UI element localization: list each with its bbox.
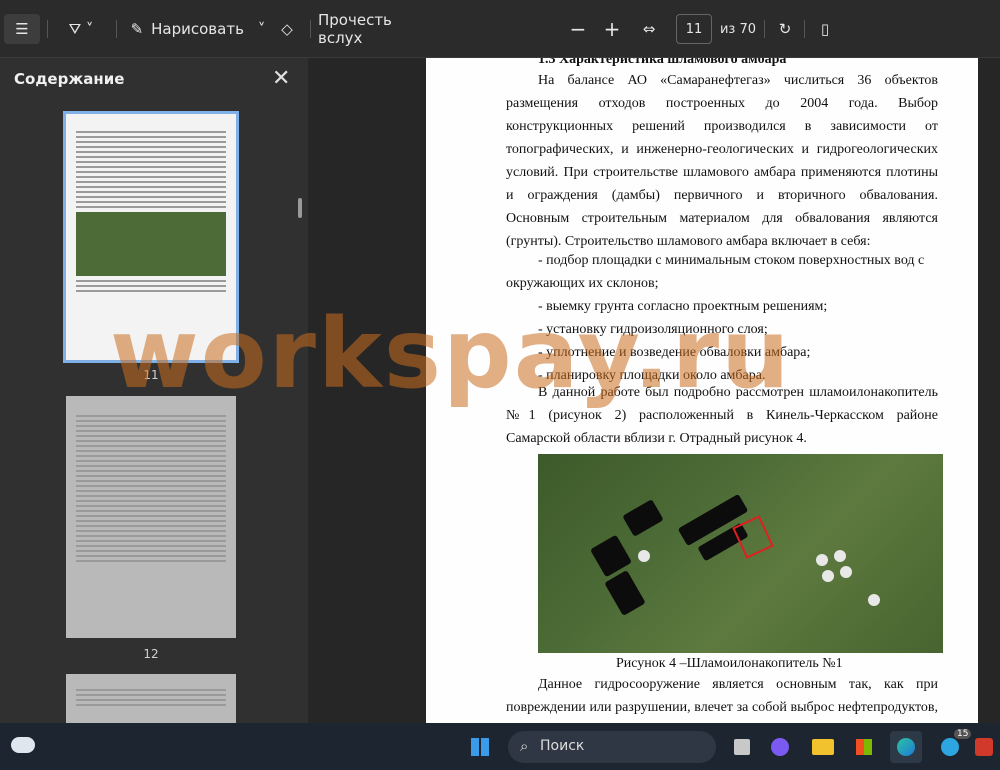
erase-button[interactable]: ◇ — [272, 14, 302, 44]
storage-tank — [816, 554, 828, 566]
contents-button[interactable]: ☰ — [4, 14, 40, 44]
storage-tank — [834, 550, 846, 562]
pen-icon: ✎ — [130, 20, 144, 38]
list-icon: ☰ — [15, 20, 29, 38]
search-label: Поиск — [540, 738, 585, 754]
divider — [310, 20, 311, 38]
cloud-icon — [11, 737, 35, 753]
task-view-button[interactable] — [726, 731, 758, 763]
watermark: workspay.ru — [110, 298, 792, 410]
start-button[interactable] — [464, 731, 496, 763]
storage-tank — [638, 550, 650, 562]
paragraph: Данное гидросооружение является основным… — [506, 677, 938, 715]
edge-app[interactable] — [890, 731, 922, 763]
search-box[interactable]: ⌕ Поиск — [508, 731, 716, 763]
zoom-out-button[interactable]: − — [566, 14, 590, 44]
close-icon: ✕ — [272, 66, 291, 91]
list-item: окружающих их склонов; — [506, 276, 659, 291]
video-camera-icon — [771, 738, 789, 756]
fit-width-icon: ⇔ — [642, 20, 656, 38]
draw-button[interactable]: ✎ Нарисовать ˅ — [128, 14, 268, 44]
sidebar-scrollbar[interactable] — [298, 198, 302, 218]
section-heading: 1.3 Характеристика шламового амбара — [538, 58, 787, 67]
page-number-value: 11 — [685, 21, 703, 37]
windows-icon — [471, 738, 489, 756]
taskbar: ⌕ Поиск 15 — [0, 723, 1000, 770]
read-aloud-label: Прочесть вслух — [318, 11, 392, 47]
edge-icon — [897, 738, 915, 756]
telegram-icon — [941, 738, 959, 756]
storage-tank — [868, 594, 880, 606]
plus-icon: + — [603, 17, 621, 41]
search-icon: ⌕ — [520, 737, 529, 755]
highlighted-area — [732, 515, 774, 559]
page-number-input[interactable]: 11 — [676, 14, 712, 44]
store-icon — [856, 739, 872, 755]
rotate-icon: ↻ — [778, 20, 792, 38]
draw-label: Нарисовать — [151, 20, 244, 38]
storage-tank — [840, 566, 852, 578]
weather-widget[interactable] — [8, 731, 40, 763]
page-view-button[interactable]: ▯ — [812, 14, 838, 44]
thumbnail-label: 12 — [143, 647, 159, 661]
figure-caption: Рисунок 4 –Шламоилонакопитель №1 — [616, 656, 843, 671]
file-explorer-app[interactable] — [806, 731, 838, 763]
notification-badge: 15 — [954, 729, 972, 739]
storage-tank — [822, 570, 834, 582]
task-view-icon — [734, 739, 750, 755]
page-total: из 70 — [718, 14, 758, 44]
store-app[interactable] — [848, 731, 880, 763]
zoom-in-button[interactable]: + — [600, 14, 624, 44]
meet-app[interactable] — [764, 731, 796, 763]
divider — [116, 20, 117, 38]
divider — [47, 20, 48, 38]
page-total-label: из 70 — [719, 21, 757, 37]
read-aloud-button[interactable]: Прочесть вслух — [318, 11, 428, 47]
office-app[interactable] — [972, 731, 998, 763]
list-item: - подбор площадки с минимальным стоком п… — [538, 253, 925, 268]
sludge-pond — [622, 499, 664, 537]
highlighter-icon: ⛛ ˅ — [68, 20, 94, 38]
page-view-icon: ▯ — [820, 20, 830, 38]
paragraph: На балансе АО «Самаранефтегаз» числиться… — [506, 73, 938, 249]
page-thumbnail[interactable] — [66, 396, 236, 638]
telegram-app[interactable]: 15 — [934, 729, 972, 763]
sludge-pond — [604, 570, 646, 616]
chevron-down-icon: ˅ — [257, 20, 266, 38]
folder-icon — [812, 739, 834, 755]
office-icon — [975, 738, 993, 756]
thumbnail-image — [76, 212, 226, 276]
page-thumbnail[interactable] — [66, 674, 236, 723]
fit-width-button[interactable]: ⇔ — [636, 14, 662, 44]
aerial-photo — [538, 454, 943, 653]
divider — [804, 20, 805, 38]
minus-icon: − — [569, 17, 587, 41]
sidebar-title: Содержание — [14, 70, 125, 88]
toolbar: ☰ ⛛ ˅ ✎ Нарисовать ˅ ◇ Прочесть вслух − … — [0, 0, 1000, 58]
eraser-icon: ◇ — [281, 20, 293, 38]
close-sidebar-button[interactable]: ✕ — [272, 66, 290, 91]
highlight-button[interactable]: ⛛ ˅ — [56, 14, 106, 44]
rotate-button[interactable]: ↻ — [772, 14, 798, 44]
divider — [764, 20, 765, 38]
